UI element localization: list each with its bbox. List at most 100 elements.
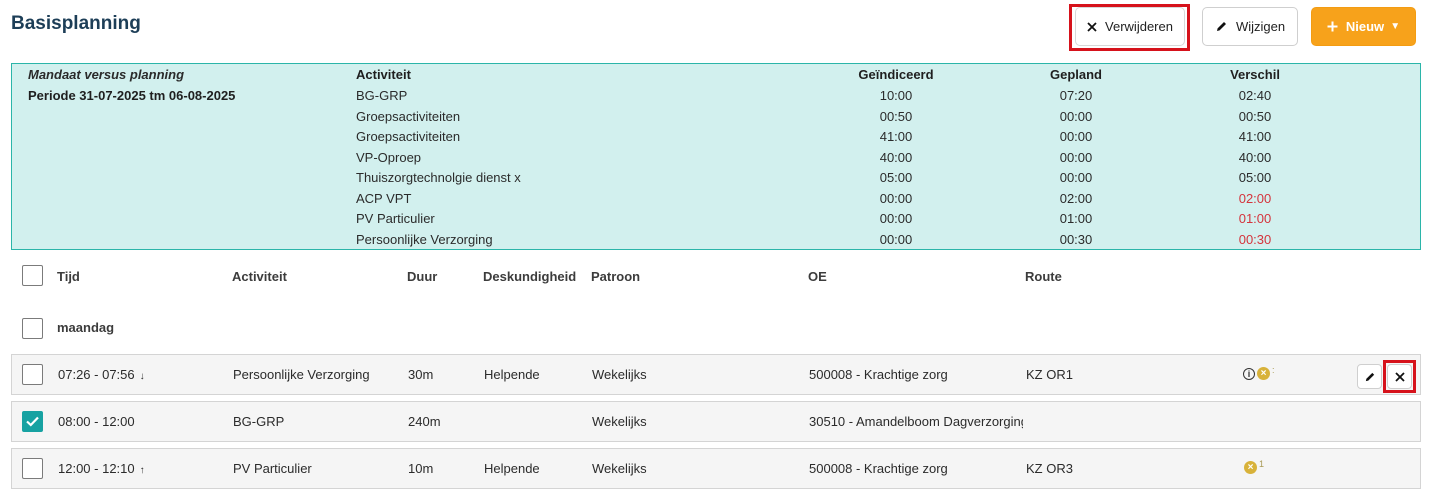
row-activity: Persoonlijke Verzorging xyxy=(233,367,370,382)
row-time-cell: 08:00 - 12:00 xyxy=(58,414,135,429)
summary-indicated: 41:00 xyxy=(879,129,913,144)
summary-planned: 07:20 xyxy=(1059,88,1093,103)
col-header-expertise: Deskundigheid xyxy=(483,269,577,284)
row-activity: PV Particulier xyxy=(233,461,312,476)
row-duration: 240m xyxy=(408,414,441,429)
row-duration: 10m xyxy=(408,461,434,476)
row-delete-button[interactable] xyxy=(1387,364,1412,389)
row-time-cell: 07:26 - 07:56 ↓ xyxy=(58,367,145,382)
summary-planned: 00:00 xyxy=(1059,149,1093,165)
table-row[interactable]: 07:26 - 07:56 ↓ Persoonlijke Verzorging 30m… xyxy=(11,354,1421,395)
row-pattern: Wekelijks xyxy=(592,367,647,382)
summary-difference: 00:50 xyxy=(1238,108,1272,124)
row-activity: BG-GRP xyxy=(233,414,285,429)
summary-activity: VP-Oproep xyxy=(356,149,422,165)
summary-activity: PV Particulier xyxy=(356,211,435,226)
warning-icon[interactable]: × xyxy=(1244,461,1257,474)
day-label: maandag xyxy=(57,320,115,335)
row-expertise-cell: Helpende xyxy=(484,367,540,382)
col-header-time: Tijd xyxy=(57,269,80,284)
summary-title: Mandaat versus planning xyxy=(28,67,185,82)
row-duration: 30m xyxy=(408,367,434,382)
row-activity-cell: PV Particulier xyxy=(233,461,312,476)
summary-indicated: 00:00 xyxy=(879,211,913,226)
arrow-up-icon: ↑ xyxy=(139,465,145,476)
table-row[interactable]: 12:00 - 12:10 ↑ PV Particulier 10m Helpende W… xyxy=(11,448,1421,489)
summary-difference: 02:00 xyxy=(1238,190,1272,206)
row-expertise-cell: Helpende xyxy=(484,461,540,476)
row-oe: 500008 - Krachtige zorg xyxy=(809,461,948,476)
col-header-activity: Activiteit xyxy=(232,269,287,284)
summary-planned: 00:00 xyxy=(1059,170,1093,185)
summary-col-planned: Gepland xyxy=(1049,67,1102,82)
row-time-cell: 12:00 - 12:10 ↑ xyxy=(58,461,145,476)
summary-planned: 00:00 xyxy=(1059,108,1093,124)
row-checkbox[interactable] xyxy=(22,458,43,479)
row-pattern: Wekelijks xyxy=(592,414,647,429)
edit-button[interactable]: Wijzigen xyxy=(1202,7,1298,46)
row-expertise: Helpende xyxy=(484,367,540,382)
warning-count: : xyxy=(1272,364,1275,375)
info-icon[interactable]: i xyxy=(1243,367,1255,380)
close-icon xyxy=(1087,21,1097,32)
summary-activity: ACP VPT xyxy=(356,190,412,206)
pencil-icon xyxy=(1365,372,1374,381)
select-all-checkbox[interactable] xyxy=(22,265,43,286)
row-status-icons: i ×: xyxy=(1243,364,1275,380)
summary-difference: 02:40 xyxy=(1238,88,1272,103)
edit-button-label: Wijzigen xyxy=(1235,19,1286,34)
summary-col-activity: Activiteit xyxy=(356,67,411,82)
row-time: 08:00 - 12:00 xyxy=(58,414,135,429)
row-checkbox[interactable] xyxy=(22,364,43,385)
row-activity-cell: BG-GRP xyxy=(233,414,284,429)
arrow-down-icon: ↓ xyxy=(139,371,145,382)
row-oe: 500008 - Krachtige zorg xyxy=(809,367,948,382)
row-checkbox[interactable] xyxy=(22,411,43,432)
new-button[interactable]: Nieuw ▼ xyxy=(1311,7,1416,46)
row-expertise: Helpende xyxy=(484,461,540,476)
row-duration-cell: 240m xyxy=(408,414,441,429)
summary-col-difference: Verschil xyxy=(1230,67,1280,82)
summary-difference: 40:00 xyxy=(1238,149,1272,165)
col-header-duration: Duur xyxy=(407,269,438,284)
row-time: 12:00 - 12:10 xyxy=(58,461,135,476)
summary-indicated: 00:00 xyxy=(879,231,913,247)
row-pattern-cell: Wekelijks xyxy=(592,414,647,429)
summary-difference: 05:00 xyxy=(1238,170,1272,185)
col-header-oe: OE xyxy=(808,269,827,284)
row-activity-cell: Persoonlijke Verzorging xyxy=(233,367,370,382)
page-title: Basisplanning xyxy=(11,13,141,34)
delete-button-label: Verwijderen xyxy=(1105,19,1173,34)
row-oe-cell: 500008 - Krachtige zorg xyxy=(809,367,1023,382)
summary-planned: 00:00 xyxy=(1059,129,1093,144)
summary-period: Periode 31-07-2025 tm 06-08-2025 xyxy=(28,88,236,103)
row-time: 07:26 - 07:56 xyxy=(58,367,135,382)
table-row[interactable]: 08:00 - 12:00 BG-GRP 240m Wekelijks 30510 - … xyxy=(11,401,1421,442)
row-route-cell: KZ OR1 xyxy=(1026,367,1073,382)
summary-activity: Persoonlijke Verzorging xyxy=(356,231,493,247)
summary-planned: 00:30 xyxy=(1059,231,1093,247)
row-route-cell: KZ OR3 xyxy=(1026,461,1073,476)
summary-difference: 01:00 xyxy=(1238,211,1272,226)
row-pattern-cell: Wekelijks xyxy=(592,461,647,476)
summary-activity: BG-GRP xyxy=(356,88,408,103)
warning-icon[interactable]: × xyxy=(1257,367,1270,380)
row-oe-cell: 500008 - Krachtige zorg xyxy=(809,461,1023,476)
day-select-checkbox[interactable] xyxy=(22,318,43,339)
summary-indicated: 10:00 xyxy=(879,88,913,103)
summary-indicated: 00:00 xyxy=(879,190,913,206)
checkmark-icon xyxy=(26,416,39,427)
caret-down-icon: ▼ xyxy=(1390,21,1401,32)
row-duration-cell: 30m xyxy=(408,367,433,382)
summary-activity: Groepsactiviteiten xyxy=(356,108,461,124)
row-duration-cell: 10m xyxy=(408,461,433,476)
warning-count: 1 xyxy=(1259,458,1265,469)
row-edit-button[interactable] xyxy=(1357,364,1382,389)
summary-indicated: 40:00 xyxy=(879,149,913,165)
summary-difference: 00:30 xyxy=(1238,231,1272,247)
pencil-icon xyxy=(1215,20,1228,33)
delete-button[interactable]: Verwijderen xyxy=(1075,7,1185,46)
row-pattern-cell: Wekelijks xyxy=(592,367,647,382)
summary-indicated: 00:50 xyxy=(879,108,913,124)
mandate-summary-panel: Mandaat versus planning Periode 31-07-20… xyxy=(11,63,1421,250)
